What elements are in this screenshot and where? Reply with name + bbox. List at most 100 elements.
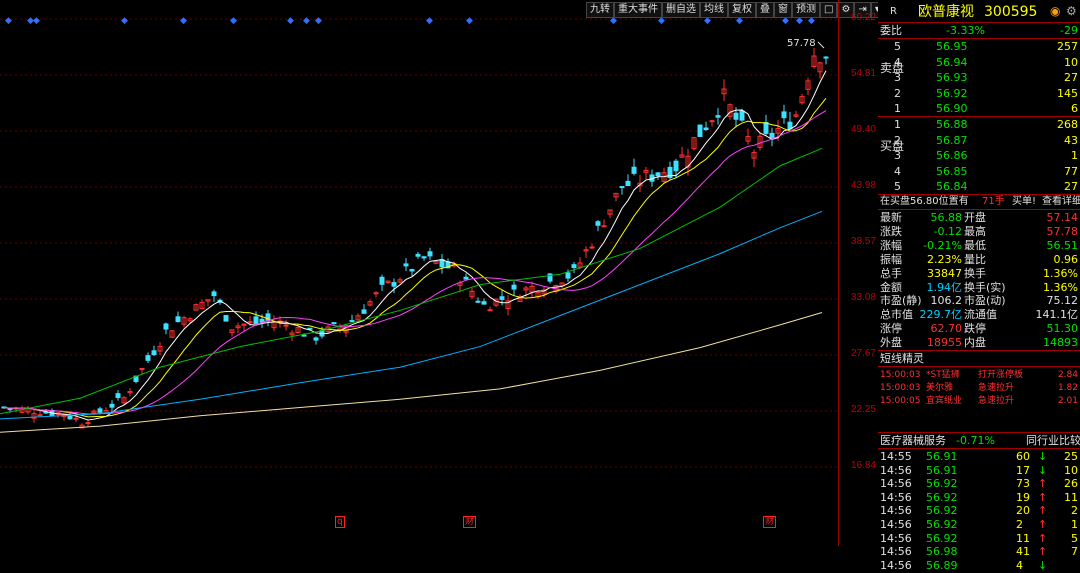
stat-value: 14893 <box>1043 336 1078 350</box>
tick-count: 26 <box>1064 477 1078 491</box>
buy-volume: 1 <box>1071 149 1078 162</box>
tick-count: 5 <box>1071 531 1078 545</box>
stat-value: 56.88 <box>930 211 963 224</box>
lock-icon[interactable]: □ <box>820 2 838 18</box>
notice-link[interactable]: 查看详细 <box>1042 195 1080 209</box>
candle-body <box>97 408 103 413</box>
buy-order-row[interactable]: 5 56.84 27 <box>878 180 1080 194</box>
tb-forecast[interactable]: 预测 <box>792 2 820 18</box>
short-event: 急速拉升 <box>978 396 1015 406</box>
short-title[interactable]: 短线精灵 <box>878 352 1080 366</box>
tb-adjust[interactable]: 复权 <box>728 2 756 18</box>
candle-body <box>145 355 151 361</box>
arrow-up-icon: ↑ <box>1038 477 1048 491</box>
buy-price: 56.84 <box>936 180 968 193</box>
short-item[interactable]: 15:00:03 *ST猛狮 打开涨停板 2.84 <box>878 368 1080 382</box>
candle-body <box>175 316 181 323</box>
candle-body <box>655 172 661 177</box>
ma-line <box>0 312 823 433</box>
stat-label: 量比 <box>964 252 986 266</box>
buy-volume: 27 <box>1064 180 1078 193</box>
short-item[interactable]: 15:00:05 宜宾纸业 急速拉升 2.01 <box>878 394 1080 408</box>
stat-label: 内盘 <box>964 336 986 350</box>
sell-order-row[interactable]: 3 56.93 27 <box>878 71 1080 85</box>
candle-body <box>673 160 679 172</box>
candle-body <box>823 56 829 59</box>
stat-row: 金额 1.94亿 换手(实) 1.36% <box>878 281 1080 295</box>
event-tag[interactable]: q <box>335 516 345 528</box>
buy-order-row[interactable]: 2 56.87 43 <box>878 134 1080 148</box>
event-tag[interactable]: 财 <box>463 516 477 528</box>
tb-overlay[interactable]: 叠 <box>756 2 774 18</box>
stat-row: 涨跌 -0.12 最高 57.78 <box>878 225 1080 239</box>
sell-level: 3 <box>894 71 901 84</box>
weibi-pct: -3.33% <box>946 24 985 37</box>
buy-order-row[interactable]: 1 56.88 268 <box>878 118 1080 132</box>
candle-body <box>109 403 115 408</box>
sell-order-row[interactable]: 2 56.92 145 <box>878 87 1080 101</box>
candle-body <box>475 300 481 303</box>
gear-icon[interactable]: ⚙ <box>1066 2 1077 20</box>
stat-value: 57.14 <box>1046 211 1079 224</box>
candle-body <box>313 337 319 341</box>
buy-level: 3 <box>894 149 901 162</box>
stat-row: 振幅 2.23% 量比 0.96 <box>878 253 1080 267</box>
arrow-up-icon: ↑ <box>1038 490 1048 504</box>
high-price-label: 57.78 <box>787 38 816 49</box>
tb-window[interactable]: 窗 <box>774 2 792 18</box>
event-marker: ◆ <box>315 16 322 26</box>
tb-jiuzhuan[interactable]: 九转 <box>586 2 614 18</box>
chart-type-icon[interactable]: ◉ <box>1050 2 1060 20</box>
buy-order-row[interactable]: 3 56.86 1 <box>878 149 1080 163</box>
tick-count: 7 <box>1071 545 1078 559</box>
tick-volume: 4 <box>1016 558 1023 572</box>
candle-body <box>283 324 289 327</box>
tb-remove-watch[interactable]: 删自选 <box>662 2 700 18</box>
candle-body <box>499 296 505 300</box>
kline-chart[interactable]: ◆ ◆ ◆ ◆ ◆ ◆ ◆ ◆ ◆ ◆ ◆ ◆ ◆ ◆ ◆ ◆ ◆ ◆ 九转 重大事件 删自选 均线 复权 叠 窗… <box>0 0 884 546</box>
tick-row: 14:56 56.89 4 ↓ <box>878 559 1080 573</box>
candle-body <box>379 276 385 285</box>
candle-body <box>631 166 637 174</box>
sell-order-row[interactable]: 4 56.94 10 <box>878 56 1080 70</box>
stat-row: 外盘 18955 内盘 14893 <box>878 336 1080 350</box>
candle-body <box>709 120 715 123</box>
candle-body <box>253 316 259 325</box>
tick-time: 14:56 <box>880 463 912 477</box>
buy-order-row[interactable]: 4 56.85 77 <box>878 165 1080 179</box>
sector-compare[interactable]: 同行业比较 <box>1026 434 1080 448</box>
tb-ma[interactable]: 均线 <box>700 2 728 18</box>
short-item[interactable]: 15:00:03 美尔雅 急速拉升 1.82 <box>878 381 1080 395</box>
arrow-down-icon: ↓ <box>1038 558 1048 572</box>
tick-volume: 2 <box>1016 518 1023 531</box>
tb-major-events[interactable]: 重大事件 <box>614 2 662 18</box>
candle-body <box>589 246 595 249</box>
tick-price: 56.91 <box>926 450 958 463</box>
candle-body <box>211 291 217 297</box>
stat-value: 62.70 <box>930 322 963 336</box>
sell-volume: 27 <box>1064 71 1078 84</box>
event-marker: ◆ <box>426 16 433 26</box>
sell-order-row[interactable]: 5 56.95 257 <box>878 40 1080 54</box>
sector-row: 医疗器械服务 -0.71% 同行业比较 <box>878 434 1080 448</box>
tick-row: 14:56 56.98 41 ↑ 7 <box>878 545 1080 559</box>
short-name: *ST猛狮 <box>926 370 960 380</box>
candle-body <box>511 284 517 290</box>
tick-price: 56.92 <box>926 531 958 545</box>
candle-body <box>601 225 607 228</box>
arrow-up-icon: ↑ <box>1038 518 1048 531</box>
sell-order-row[interactable]: 1 56.90 6 <box>878 102 1080 116</box>
candle-body <box>481 301 487 305</box>
candle-body <box>625 180 631 187</box>
buy-price: 56.85 <box>936 164 968 178</box>
stat-value: 1.36% <box>1043 280 1078 294</box>
candle-body <box>391 282 397 287</box>
stat-row: 最新 56.88 开盘 57.14 <box>878 211 1080 225</box>
axis-tick: 33.08 <box>850 292 876 303</box>
buy-price: 56.86 <box>936 149 968 162</box>
buy-level: 2 <box>894 133 901 147</box>
weibi-label: 委比 <box>880 24 902 37</box>
event-tag[interactable]: 财 <box>763 516 777 528</box>
stat-row: 市盈(静) 106.2 市盈(动) 75.12 <box>878 294 1080 308</box>
buy-level: 5 <box>894 180 901 193</box>
